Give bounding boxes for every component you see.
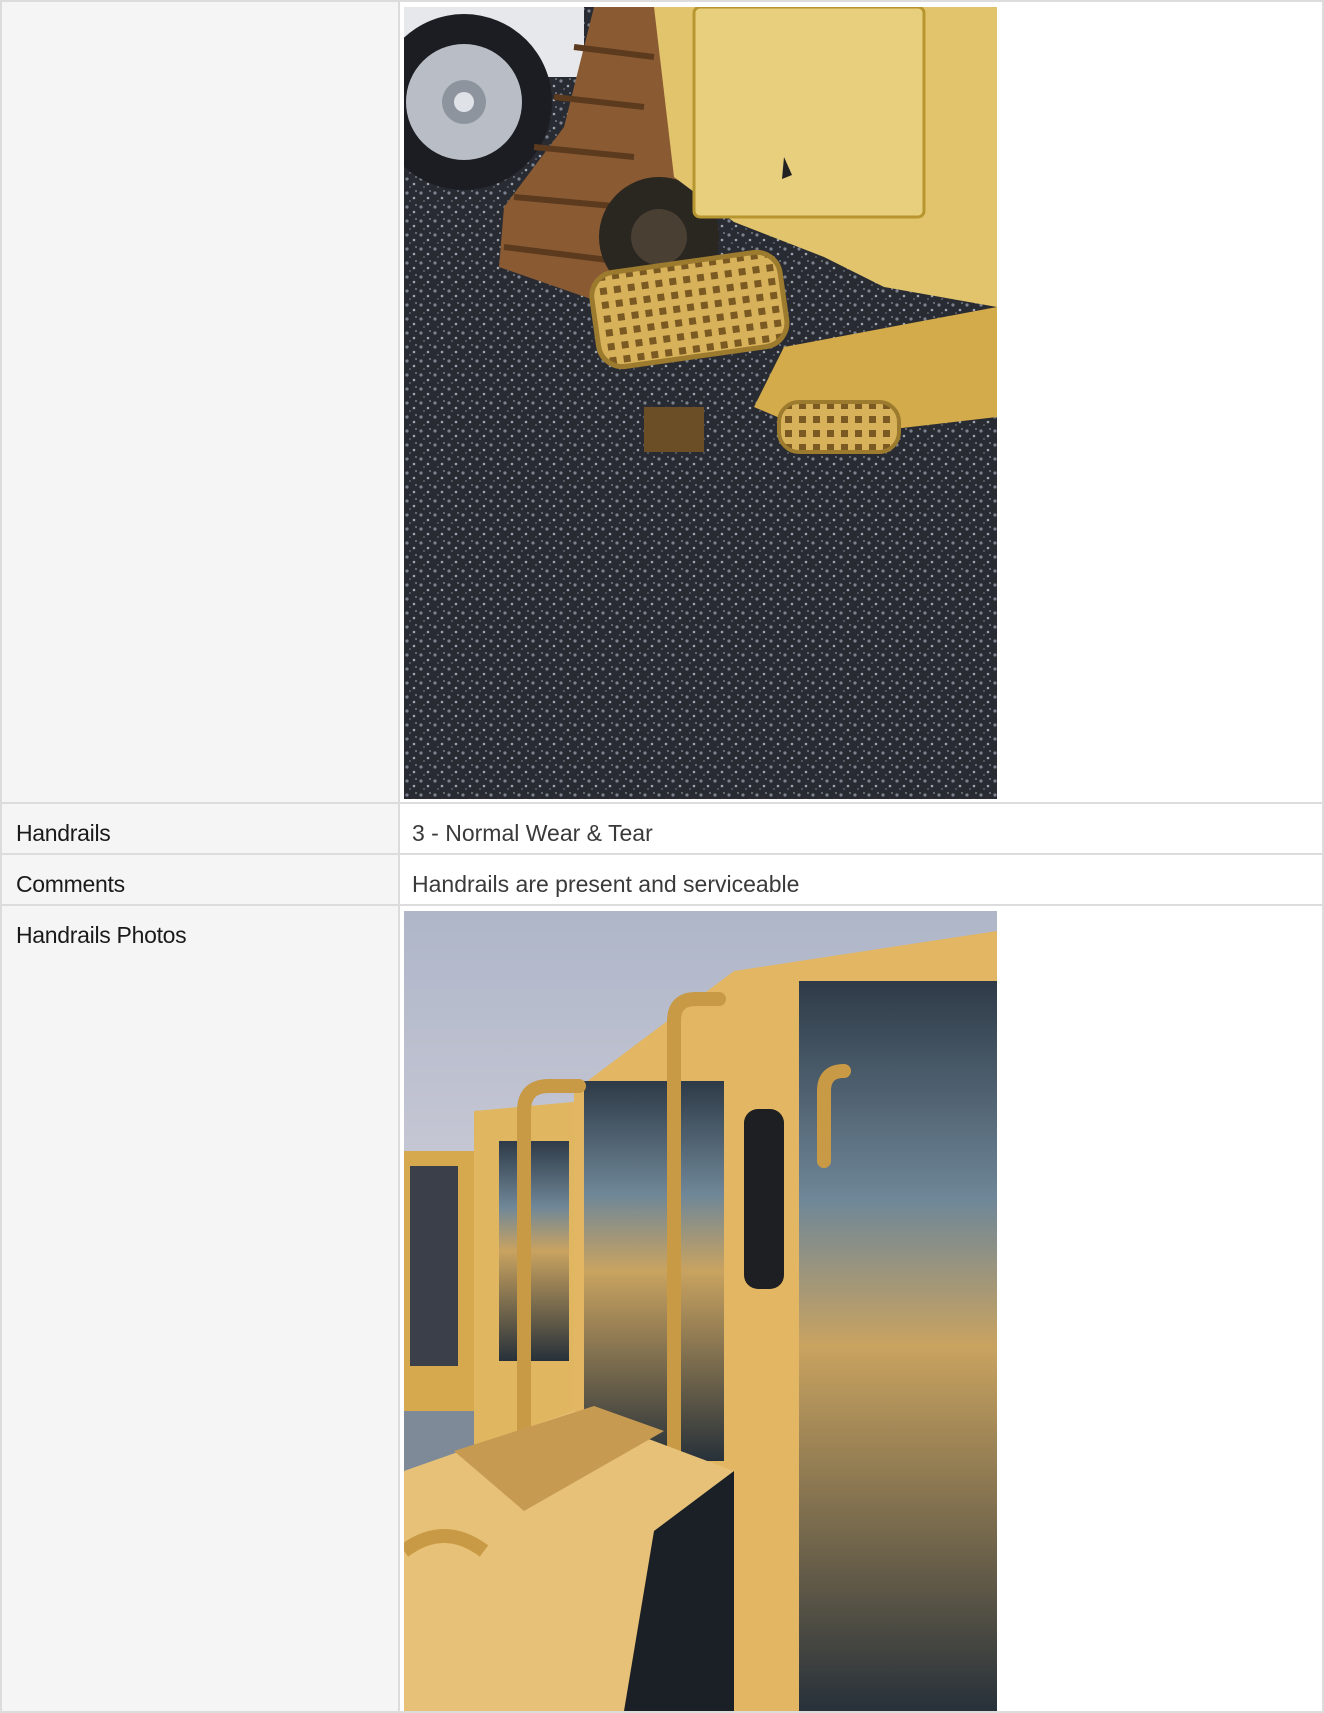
comments-value: Handrails are present and serviceable bbox=[412, 871, 800, 897]
handrails-label: Handrails bbox=[16, 820, 111, 846]
row-label-cell: Handrails bbox=[0, 802, 400, 855]
steps-photo bbox=[404, 7, 997, 799]
inspection-table: Handrails 3 - Normal Wear & Tear Comment… bbox=[0, 0, 1324, 1713]
row-value-cell bbox=[398, 904, 1324, 1713]
row-value-cell: Handrails are present and serviceable bbox=[398, 853, 1324, 906]
row-label-cell: Handrails Photos bbox=[0, 904, 400, 1713]
table-row: Handrails Photos bbox=[0, 904, 1324, 1713]
row-value-cell: 3 - Normal Wear & Tear bbox=[398, 802, 1324, 855]
row-value-cell bbox=[398, 0, 1324, 804]
row-label-cell: Comments bbox=[0, 853, 400, 906]
handrails-rating: 3 - Normal Wear & Tear bbox=[412, 820, 653, 846]
table-row bbox=[0, 0, 1324, 804]
table-row: Comments Handrails are present and servi… bbox=[0, 853, 1324, 906]
comments-label: Comments bbox=[16, 871, 125, 897]
handrails-photo bbox=[404, 911, 997, 1711]
handrails-photos-label: Handrails Photos bbox=[16, 922, 187, 948]
row-label-cell bbox=[0, 0, 400, 804]
table-row: Handrails 3 - Normal Wear & Tear bbox=[0, 802, 1324, 855]
